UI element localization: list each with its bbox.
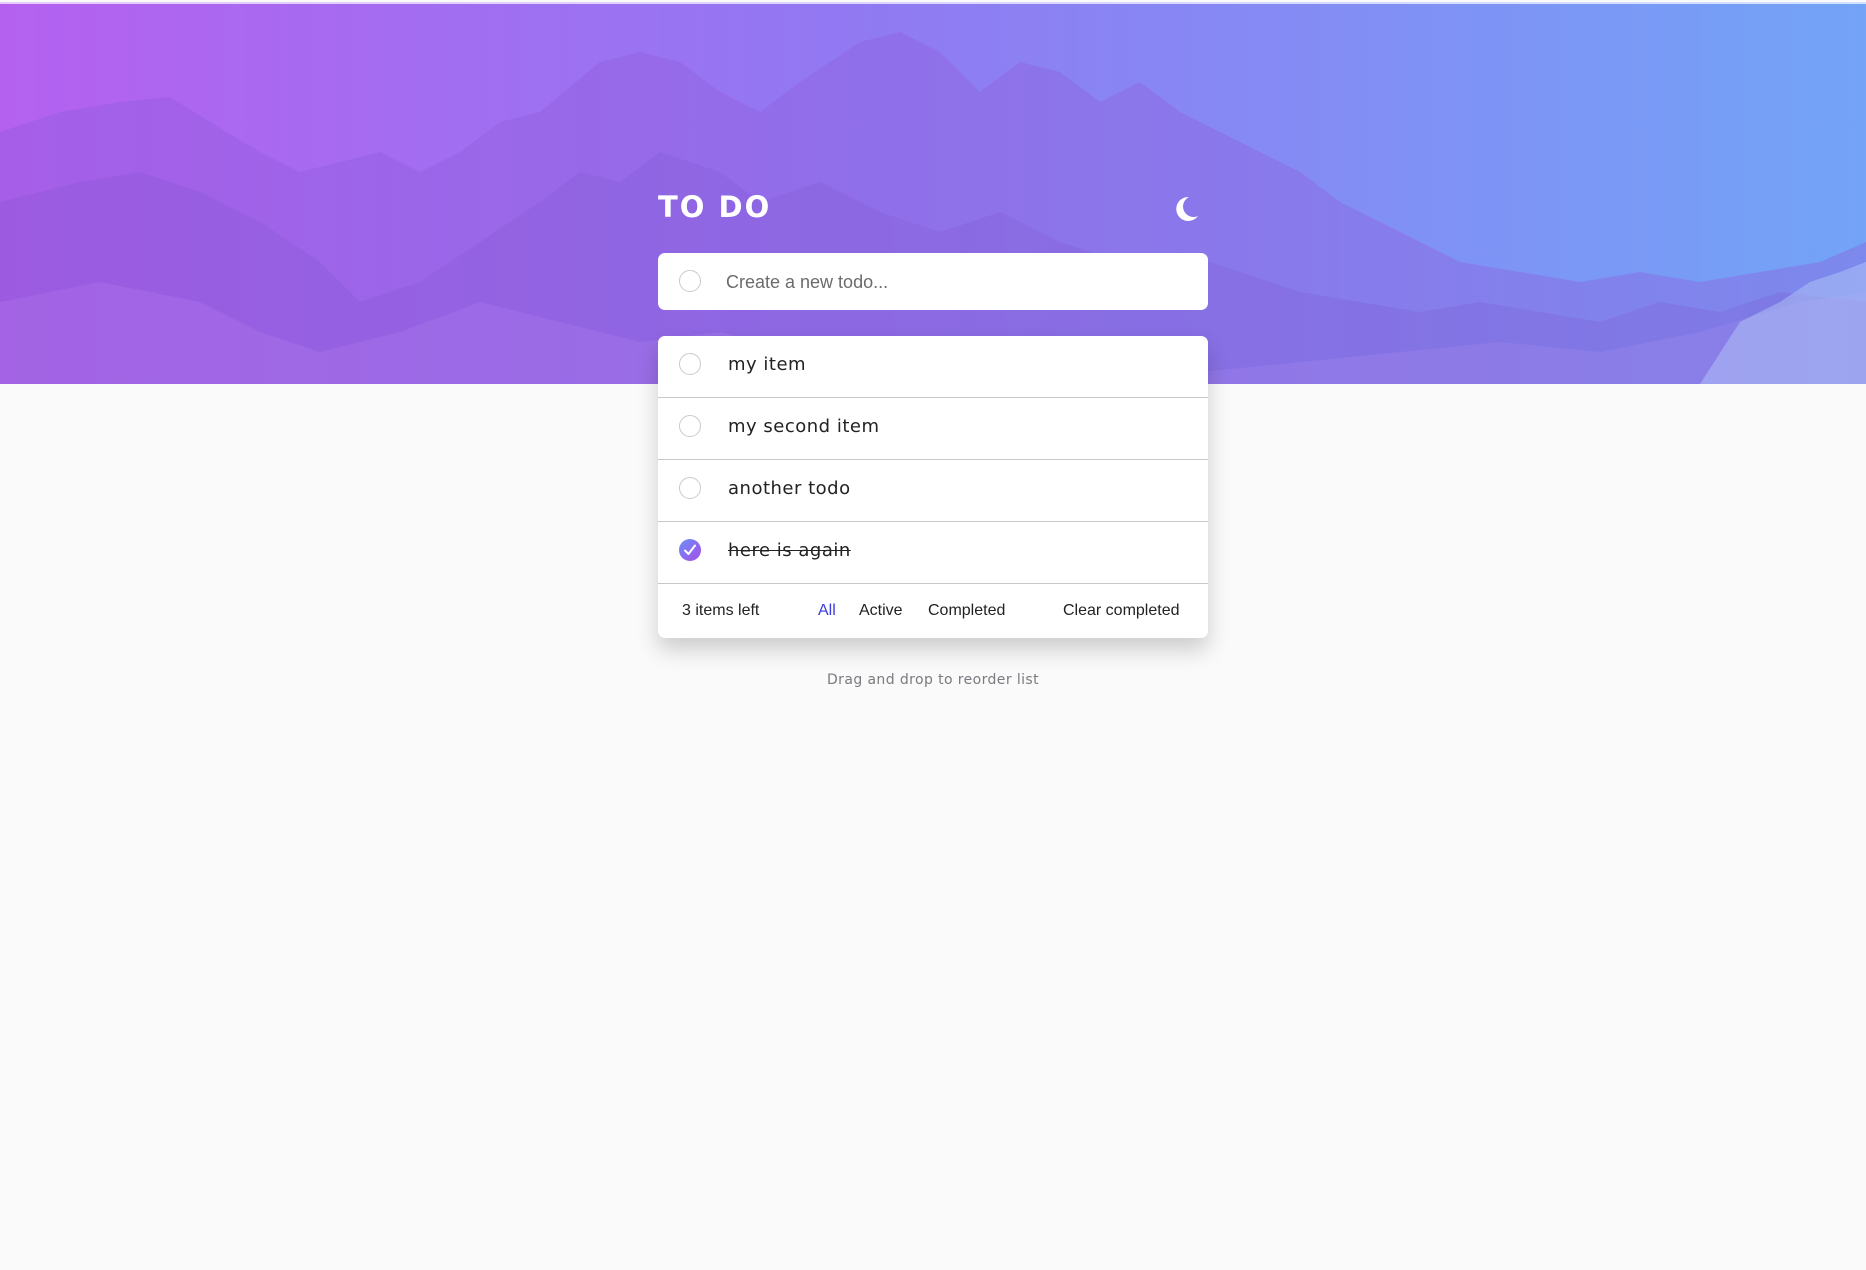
todo-checkbox[interactable] xyxy=(679,415,701,437)
todo-item[interactable]: my item xyxy=(658,336,1208,398)
todo-item[interactable]: my second item xyxy=(658,398,1208,460)
todo-item[interactable]: another todo xyxy=(658,460,1208,522)
todo-text: my second item xyxy=(728,416,880,437)
check-icon xyxy=(684,544,696,555)
header-background xyxy=(0,2,1866,384)
todo-item[interactable]: here is again xyxy=(658,522,1208,584)
clear-completed-button[interactable]: Clear completed xyxy=(1063,601,1180,621)
todo-text: my item xyxy=(728,354,807,375)
list-footer: 3 items left All Active Completed Clear … xyxy=(658,584,1208,638)
moon-icon xyxy=(1176,196,1198,221)
todo-checkbox[interactable] xyxy=(679,353,701,375)
todo-text: another todo xyxy=(728,478,851,499)
mountain-illustration xyxy=(0,2,1866,384)
filter-all[interactable]: All xyxy=(818,601,836,621)
new-todo-box xyxy=(658,253,1208,310)
page-title: TO DO xyxy=(658,190,772,224)
drag-drop-hint: Drag and drop to reorder list xyxy=(827,672,1039,688)
new-todo-input[interactable] xyxy=(726,267,1186,297)
todo-checkbox-checked[interactable] xyxy=(679,539,701,561)
todo-checkbox[interactable] xyxy=(679,477,701,499)
new-todo-checkbox[interactable] xyxy=(679,270,701,292)
filter-completed[interactable]: Completed xyxy=(928,601,1005,621)
items-left-count: 3 items left xyxy=(682,602,760,619)
theme-toggle-button[interactable] xyxy=(1168,192,1202,226)
todo-list: my item my second item another todo here… xyxy=(658,336,1208,638)
filter-active[interactable]: Active xyxy=(859,601,903,621)
todo-text: here is again xyxy=(728,540,851,561)
